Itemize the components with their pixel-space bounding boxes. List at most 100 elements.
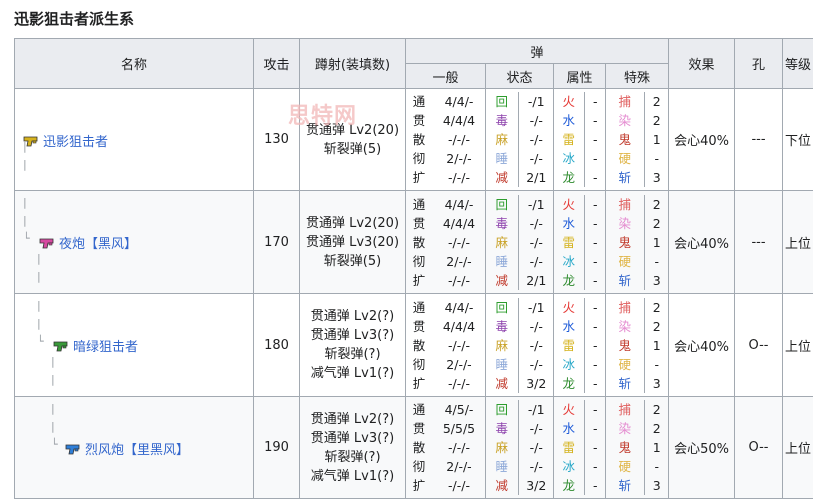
table-row: | | 迅影狙击者 130 贯通弹 Lv2(20) 斩裂弹(5) 通 4/4/- 贯 4/4/4 散… <box>14 88 813 191</box>
normal-ammo-cell: 通 4/4/- 贯 4/4/4 散 -/-/- 彻 2/-/- 扩 -/-/- <box>405 293 486 397</box>
normal-label: 贯 <box>412 318 426 334</box>
tree-connector-icon: | <box>51 402 55 415</box>
element-value: - <box>592 113 598 128</box>
special-label: 斩 <box>606 373 645 393</box>
status-value: -/1 <box>527 196 545 212</box>
element-label: 冰 <box>554 457 585 476</box>
gun-icon-pink <box>39 236 55 250</box>
status-label: 睡 <box>486 354 519 374</box>
special-ammo-cell: 捕2染2鬼1硬-斩3 <box>604 88 670 191</box>
special-value: 1 <box>652 440 661 455</box>
element-ammo-cell: 火-水-雷-冰-龙- <box>553 396 606 499</box>
normal-label: 扩 <box>412 272 426 288</box>
header-normal: 一般 <box>405 63 486 89</box>
normal-value: 4/4/4 <box>442 318 476 334</box>
status-value: -/- <box>529 337 543 353</box>
attack-value: 190 <box>253 396 300 499</box>
header-name: 名称 <box>14 38 254 89</box>
element-label: 水 <box>554 111 585 130</box>
effect-value: 会心50% <box>668 396 736 499</box>
normal-label: 贯 <box>412 215 426 231</box>
effect-value: 会心40% <box>668 190 736 294</box>
tree-connector-icon: | <box>23 196 27 209</box>
special-ammo-cell: 捕2染2鬼1硬-斩3 <box>604 190 670 294</box>
normal-value: 2/-/- <box>446 253 472 269</box>
table-row: | | └ | | 暗绿狙击者 180 贯通弹 Lv2(?) 贯通弹 Lv3(?) 斩裂弹(?) 减… <box>14 293 813 397</box>
status-value: -/1 <box>527 94 545 109</box>
weapon-name[interactable]: 迅影狙击者 <box>23 131 108 150</box>
normal-value: 2/-/- <box>446 356 472 372</box>
normal-value: 4/5/- <box>444 402 474 417</box>
special-ammo-cell: 捕2染2鬼1硬-斩3 <box>604 396 670 499</box>
element-label: 水 <box>554 419 585 438</box>
rank-value: 上位 <box>782 190 813 294</box>
status-label: 回 <box>486 194 519 214</box>
element-label: 龙 <box>554 168 585 187</box>
header-rank: 等级 <box>782 38 813 89</box>
weapon-name-link[interactable]: 迅影狙击者 <box>43 131 108 150</box>
status-ammo-cell: 回 -/1 毒 -/- 麻 -/- 睡 -/- 减 2/1 <box>485 190 554 294</box>
element-label: 龙 <box>554 373 585 393</box>
special-label: 斩 <box>606 476 645 495</box>
status-ammo-cell: 回 -/1 毒 -/- 麻 -/- 睡 -/- 减 2/1 <box>485 88 554 191</box>
special-label: 染 <box>606 316 645 336</box>
weapon-name[interactable]: 夜炮【黑风】 <box>39 233 137 252</box>
tree-connector-icon: | <box>51 355 55 368</box>
gun-icon-yellow <box>23 134 39 148</box>
weapon-name-cell: | | └ 烈风炮【里黑风】 <box>14 396 254 499</box>
normal-ammo-cell: 通 4/4/- 贯 4/4/4 散 -/-/- 彻 2/-/- 扩 -/-/- <box>405 88 486 191</box>
effect-value: 会心40% <box>668 88 736 191</box>
normal-label: 通 <box>412 402 426 417</box>
status-label: 减 <box>486 168 519 187</box>
element-ammo-cell: 火-水-雷-冰-龙- <box>553 190 606 294</box>
special-ammo-cell: 捕2染2鬼1硬-斩3 <box>604 293 670 397</box>
status-value: -/- <box>529 132 543 147</box>
normal-value: -/-/- <box>448 337 470 353</box>
element-value: - <box>592 402 598 417</box>
special-label: 捕 <box>606 297 645 317</box>
ammo-line: 贯通弹 Lv3(20) <box>305 234 400 250</box>
status-value: -/- <box>529 440 543 455</box>
special-value: - <box>654 459 659 474</box>
special-value: - <box>654 151 659 166</box>
normal-label: 贯 <box>412 113 426 128</box>
weapon-name[interactable]: 烈风炮【里黑风】 <box>65 439 189 458</box>
normal-label: 彻 <box>412 459 426 474</box>
special-label: 鬼 <box>606 232 645 252</box>
weapon-name-link[interactable]: 烈风炮【里黑风】 <box>85 439 189 458</box>
ammo-line: 斩裂弹(?) <box>324 347 381 362</box>
normal-value: 4/4/- <box>444 94 474 109</box>
element-label: 雷 <box>554 438 585 457</box>
special-label: 染 <box>606 419 645 438</box>
normal-value: -/-/- <box>448 440 470 455</box>
status-label: 减 <box>486 373 519 393</box>
normal-value: 4/4/- <box>444 299 474 315</box>
element-value: - <box>592 375 598 391</box>
status-label: 麻 <box>486 335 519 355</box>
special-label: 捕 <box>606 400 645 419</box>
status-value: -/- <box>529 215 543 231</box>
special-value: 1 <box>652 337 661 353</box>
normal-value: -/-/- <box>448 132 470 147</box>
weapon-name-link[interactable]: 夜炮【黑风】 <box>59 233 137 252</box>
tree-connector-icon: | <box>51 373 55 386</box>
normal-label: 彻 <box>412 253 426 269</box>
status-label: 睡 <box>486 457 519 476</box>
normal-ammo-cell: 通 4/5/- 贯 5/5/5 散 -/-/- 彻 2/-/- 扩 -/-/- <box>405 396 486 499</box>
weapon-name[interactable]: 暗绿狙击者 <box>53 336 138 355</box>
element-value: - <box>592 253 598 269</box>
special-value: 2 <box>652 94 661 109</box>
special-value: 3 <box>652 272 661 288</box>
status-value: -/- <box>529 253 543 269</box>
weapon-name-link[interactable]: 暗绿狙击者 <box>73 336 138 355</box>
header-element: 属性 <box>553 63 606 89</box>
special-label: 捕 <box>606 194 645 214</box>
element-value: - <box>592 356 598 372</box>
status-label: 减 <box>486 476 519 495</box>
special-label: 鬼 <box>606 438 645 457</box>
status-value: -/- <box>529 234 543 250</box>
status-label: 睡 <box>486 251 519 271</box>
element-label: 冰 <box>554 354 585 374</box>
weapon-name-cell: | | 迅影狙击者 <box>14 88 254 191</box>
normal-label: 扩 <box>412 478 426 493</box>
